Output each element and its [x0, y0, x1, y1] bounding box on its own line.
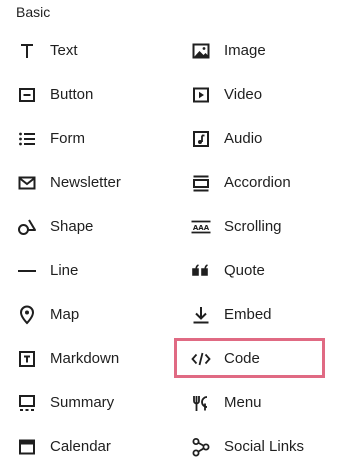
markdown-icon	[17, 349, 37, 369]
line-icon	[17, 261, 37, 281]
block-item-label: Summary	[50, 394, 115, 411]
block-item-code[interactable]: Code	[191, 337, 341, 381]
block-item-label: Image	[224, 42, 266, 59]
block-item-label: Embed	[224, 306, 272, 323]
block-item-label: Quote	[224, 262, 265, 279]
shape-icon	[17, 217, 37, 237]
block-item-scrolling[interactable]: AAA Scrolling	[191, 205, 341, 249]
block-item-label: Shape	[50, 218, 94, 235]
block-item-embed[interactable]: Embed	[191, 293, 341, 337]
block-item-label: Video	[224, 86, 263, 103]
block-item-menu[interactable]: Menu	[191, 381, 341, 425]
block-item-calendar[interactable]: Calendar	[17, 425, 187, 469]
summary-icon	[17, 393, 37, 413]
block-item-button[interactable]: Button	[17, 73, 187, 117]
envelope-icon	[17, 173, 37, 193]
scrolling-text-icon: AAA	[191, 217, 211, 237]
button-icon	[17, 85, 37, 105]
block-item-label: Audio	[224, 130, 263, 147]
text-t-icon	[17, 41, 37, 61]
form-list-icon	[17, 129, 37, 149]
block-item-summary[interactable]: Summary	[17, 381, 187, 425]
social-links-icon	[191, 437, 211, 457]
right-column: Image Video Audio Accordion AAA Scrollin…	[191, 29, 341, 469]
block-item-label: Scrolling	[224, 218, 282, 235]
block-item-quote[interactable]: Quote	[191, 249, 341, 293]
block-item-social-links[interactable]: Social Links	[191, 425, 341, 469]
block-item-line[interactable]: Line	[17, 249, 187, 293]
block-item-label: Line	[50, 262, 79, 279]
block-item-label: Social Links	[224, 438, 305, 455]
video-play-icon	[191, 85, 211, 105]
block-item-label: Calendar	[50, 438, 111, 455]
block-item-text[interactable]: Text	[17, 29, 187, 73]
quote-icon	[191, 261, 211, 281]
block-item-video[interactable]: Video	[191, 73, 341, 117]
block-item-form[interactable]: Form	[17, 117, 187, 161]
block-item-image[interactable]: Image	[191, 29, 341, 73]
code-icon	[191, 349, 211, 369]
audio-note-icon	[191, 129, 211, 149]
menu-fork-knife-icon	[191, 393, 211, 413]
block-item-markdown[interactable]: Markdown	[17, 337, 187, 381]
svg-text:AAA: AAA	[193, 224, 210, 232]
section-title: Basic	[16, 4, 51, 20]
block-item-shape[interactable]: Shape	[17, 205, 187, 249]
block-item-accordion[interactable]: Accordion	[191, 161, 341, 205]
image-icon	[191, 41, 211, 61]
block-item-audio[interactable]: Audio	[191, 117, 341, 161]
accordion-icon	[191, 173, 211, 193]
block-item-label: Map	[50, 306, 80, 323]
block-item-map[interactable]: Map	[17, 293, 187, 337]
block-item-label: Menu	[224, 394, 262, 411]
map-pin-icon	[17, 305, 37, 325]
embed-download-icon	[191, 305, 211, 325]
left-column: Text Button Form Newsletter Shape Line M…	[17, 29, 187, 469]
calendar-icon	[17, 437, 37, 457]
block-item-label: Text	[50, 42, 78, 59]
block-item-label: Newsletter	[50, 174, 121, 191]
block-item-label: Accordion	[224, 174, 291, 191]
block-item-label: Markdown	[50, 350, 120, 367]
block-item-label: Code	[224, 350, 260, 367]
block-item-label: Form	[50, 130, 85, 147]
block-item-newsletter[interactable]: Newsletter	[17, 161, 187, 205]
block-item-label: Button	[50, 86, 94, 103]
